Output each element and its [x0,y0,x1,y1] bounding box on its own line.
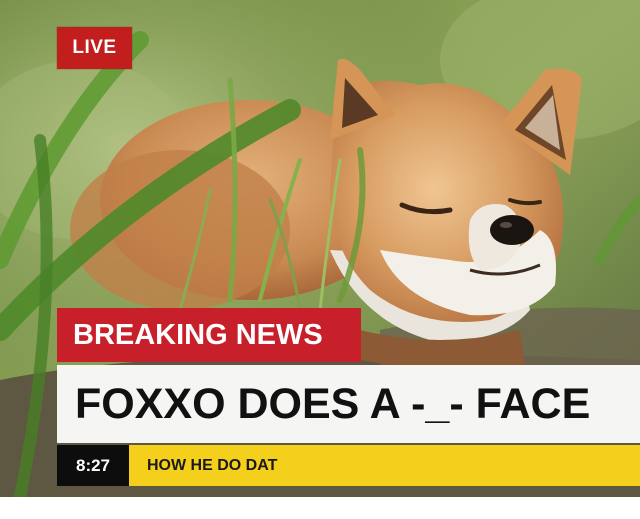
headline-text: FOXXO DOES A -_- FACE [57,365,640,443]
news-ticker: HOW HE DO DAT [129,445,640,486]
meme-image: LIVE BREAKING NEWS FOXXO DOES A -_- FACE… [0,0,640,497]
bottom-margin [0,497,640,519]
live-badge: LIVE [57,27,132,69]
breaking-news-banner: BREAKING NEWS [57,308,361,362]
time-display: 8:27 [57,445,129,486]
